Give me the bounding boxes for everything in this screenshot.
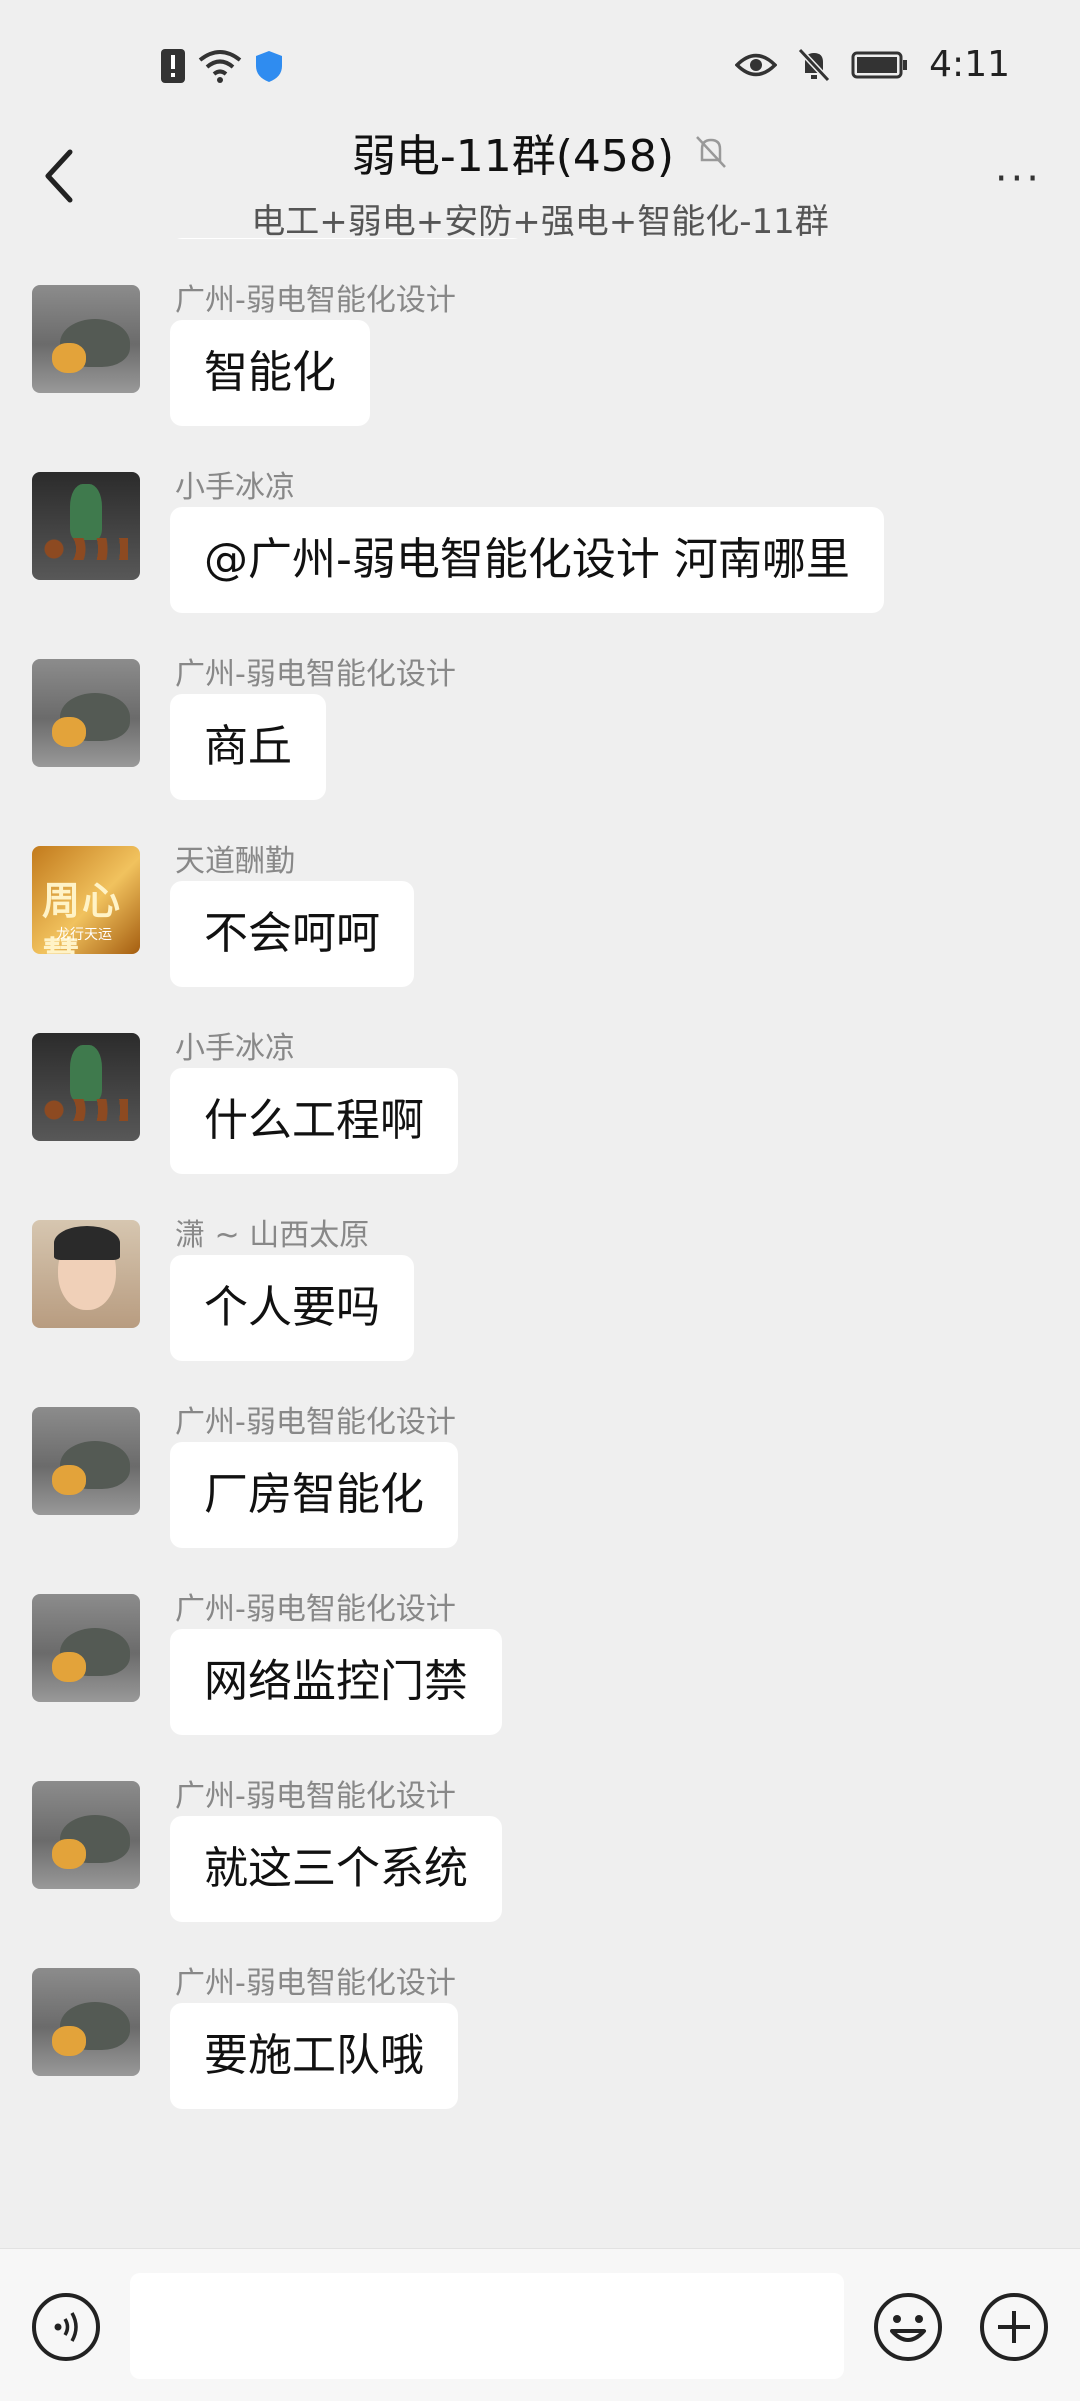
message-input[interactable]	[130, 2273, 844, 2379]
beads-shape	[44, 538, 128, 560]
message-row: 广州-弱电智能化设计 智能化	[0, 275, 1080, 462]
message-bubble[interactable]: 是消防弱电吗?	[170, 238, 526, 239]
message-bubble[interactable]: 智能化	[170, 320, 370, 426]
helmet-accent	[52, 343, 86, 373]
chat-title[interactable]: 弱电-11群(458)	[352, 120, 728, 184]
more-options-button[interactable]: ···	[995, 156, 1042, 202]
sender-name: 潇 ~ 山西太原	[175, 1218, 370, 1253]
message-row: 广州-弱电智能化设计 商丘	[0, 649, 1080, 836]
sender-name: 广州-弱电智能化设计	[175, 283, 456, 318]
vase-shape	[70, 484, 102, 540]
sender-name: 小手冰凉	[175, 1031, 295, 1066]
avatar[interactable]	[32, 659, 140, 767]
wifi-icon	[198, 50, 242, 83]
sender-name: 广州-弱电智能化设计	[175, 1405, 456, 1440]
message-list[interactable]: 周心慧龙行天运天道酬勤是消防弱电吗?广州-弱电智能化设计智能化小手冰凉@广州-弱…	[0, 238, 1080, 2236]
avatar[interactable]	[32, 1594, 140, 1702]
message-bubble[interactable]: 要施工队哦	[170, 2003, 458, 2109]
avatar[interactable]	[32, 1033, 140, 1141]
message-bubble[interactable]: 网络监控门禁	[170, 1629, 502, 1735]
bell-off-icon	[797, 47, 831, 82]
avatar[interactable]	[32, 1407, 140, 1515]
message-row: 广州-弱电智能化设计 要施工队哦	[0, 1958, 1080, 2145]
beads-shape	[44, 1099, 128, 1121]
input-bar	[0, 2248, 1080, 2401]
message-row: 广州-弱电智能化设计 厂房智能化	[0, 1397, 1080, 1584]
avatar[interactable]	[32, 1781, 140, 1889]
chat-subtitle: 电工+弱电+安防+强电+智能化-11群	[251, 202, 829, 242]
chat-header: 弱电-11群(458) 电工+弱电+安防+强电+智能化-11群 ···	[0, 110, 1080, 242]
sender-name: 广州-弱电智能化设计	[175, 1966, 456, 2001]
hair-shape	[54, 1226, 120, 1260]
title-block: 弱电-11群(458) 电工+弱电+安防+强电+智能化-11群	[0, 120, 1080, 243]
emoji-icon[interactable]	[872, 2291, 944, 2363]
sender-name: 广州-弱电智能化设计	[175, 1779, 456, 1814]
avatar[interactable]: 周心慧龙行天运	[32, 846, 140, 954]
message-row: 广州-弱电智能化设计 网络监控门禁	[0, 1584, 1080, 1771]
helmet-accent	[52, 1465, 86, 1495]
status-right-icons: 4:11	[735, 44, 1010, 85]
battery-icon	[851, 51, 908, 78]
message-bubble[interactable]: 就这三个系统	[170, 1816, 502, 1922]
message-bubble[interactable]: 什么工程啊	[170, 1068, 458, 1174]
avatar-subtext: 龙行天运	[56, 927, 112, 943]
alert-icon	[161, 49, 185, 83]
message-bubble[interactable]: 个人要吗	[170, 1255, 414, 1361]
helmet-accent	[52, 717, 86, 747]
avatar[interactable]	[32, 285, 140, 393]
helmet-accent	[52, 1839, 86, 1869]
sender-name: 天道酬勤	[175, 844, 295, 879]
vase-shape	[70, 1045, 102, 1101]
voice-icon[interactable]	[30, 2291, 102, 2363]
bell-off-icon	[696, 136, 727, 168]
shield-icon	[256, 51, 282, 82]
avatar[interactable]	[32, 472, 140, 580]
message-row: 广州-弱电智能化设计 就这三个系统	[0, 1771, 1080, 1958]
message-row: 潇 ~ 山西太原 个人要吗	[0, 1210, 1080, 1397]
chat-title-text: 弱电-11群(458)	[351, 131, 675, 182]
message-bubble[interactable]: 不会呵呵	[170, 881, 414, 987]
status-left-icons	[160, 48, 284, 84]
status-time: 4:11	[929, 44, 1010, 85]
message-bubble[interactable]: 厂房智能化	[170, 1442, 458, 1548]
helmet-accent	[52, 2026, 86, 2056]
avatar[interactable]	[32, 1220, 140, 1328]
plus-icon[interactable]	[978, 2291, 1050, 2363]
message-row: 小手冰凉 @广州-弱电智能化设计 河南哪里	[0, 462, 1080, 649]
eye-icon	[735, 53, 778, 76]
message-list-inner: 周心慧龙行天运天道酬勤是消防弱电吗?广州-弱电智能化设计智能化小手冰凉@广州-弱…	[0, 238, 1080, 2145]
sender-name: 小手冰凉	[175, 470, 295, 505]
message-bubble[interactable]: 商丘	[170, 694, 326, 800]
message-row: 小手冰凉 什么工程啊	[0, 1023, 1080, 1210]
message-bubble[interactable]: @广州-弱电智能化设计 河南哪里	[170, 507, 884, 613]
message-row: 周心慧龙行天运天道酬勤不会呵呵	[0, 836, 1080, 1023]
sender-name: 广州-弱电智能化设计	[175, 657, 456, 692]
avatar[interactable]	[32, 1968, 140, 2076]
message-row: 周心慧龙行天运天道酬勤是消防弱电吗?	[0, 238, 1080, 275]
helmet-accent	[52, 1652, 86, 1682]
sender-name: 广州-弱电智能化设计	[175, 1592, 456, 1627]
